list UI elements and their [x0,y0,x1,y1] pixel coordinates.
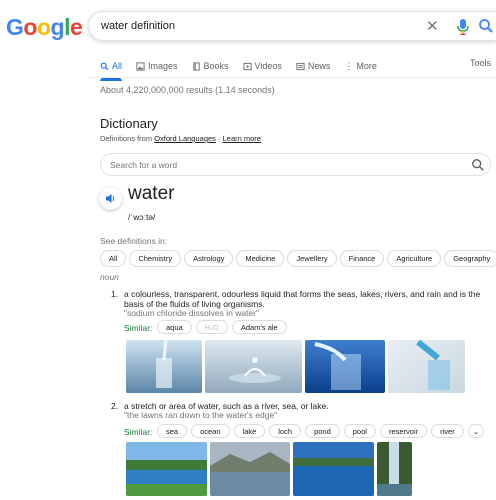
see-definitions-label: See definitions in: [100,236,168,246]
dictionary-search-input[interactable]: Search for a word [100,153,491,176]
tab-label: All [112,61,123,71]
pronunciation-button[interactable] [99,187,122,210]
logo-letter: e [69,14,83,40]
chip-agriculture[interactable]: Agriculture [387,250,442,267]
tab-more[interactable]: ⋮ More [344,56,377,76]
learn-more-link[interactable]: Learn more [223,134,261,143]
search-input[interactable]: water definition [101,20,175,32]
sense-number: 1. [111,289,119,299]
speaker-icon [106,194,115,203]
similar-label: Similar: [124,323,153,333]
more-vert-icon: ⋮ [344,60,354,71]
blue-lake-image[interactable] [293,442,374,496]
similar-chips: sea ocean lake loch pond pool reservoir … [157,424,485,438]
logo-letter: G [6,14,24,40]
tab-label: Images [148,61,178,71]
google-logo[interactable]: Google [6,14,83,41]
dictionary-source: Definitions from Oxford Languages · Lear… [100,134,261,143]
similar-expand-button[interactable]: ⌄ [467,424,485,438]
water-pouring-image[interactable] [305,340,385,393]
similar-chip-aqua[interactable]: aqua [157,320,192,334]
chip-geography[interactable]: Geography [444,250,496,267]
chip-chemistry[interactable]: Chemistry [129,250,182,267]
separator: · [218,134,221,143]
tab-news[interactable]: News [296,56,331,76]
microphone-icon[interactable] [456,18,470,36]
similar-chip-h2o: H₂O [195,320,228,334]
similar-chip-river[interactable]: river [431,424,464,438]
loch-image[interactable] [210,442,290,496]
search-tabs: All Images Books Videos News ⋮ More [100,56,391,81]
divider [88,77,496,78]
dictionary-search-placeholder: Search for a word [110,160,178,170]
logo-letter: o [36,14,51,40]
similar-chip-lake[interactable]: lake [233,424,266,438]
part-of-speech: noun [100,272,119,282]
similar-chip-loch[interactable]: loch [269,424,302,438]
chip-jewellery[interactable]: Jewellery [287,250,337,267]
search-icon[interactable] [471,158,485,172]
search-icon[interactable] [478,18,494,34]
dictionary-title: Dictionary [100,116,158,131]
clear-icon[interactable]: ✕ [426,17,439,35]
similar-chips: aqua H₂O Adam's ale [157,320,287,334]
similar-chip-pool[interactable]: pool [343,424,376,438]
lake-image[interactable] [126,442,207,496]
tab-label: Videos [254,61,282,71]
chip-medicine[interactable]: Medicine [236,250,285,267]
tab-videos[interactable]: Videos [242,56,282,76]
similar-label: Similar: [124,427,153,437]
chevron-down-icon: ⌄ [472,426,480,436]
sense-example: "sodium chloride dissolves in water" [124,308,260,318]
sense-number: 2. [111,401,119,411]
tab-books[interactable]: Books [192,56,229,76]
similar-chip-pond[interactable]: pond [305,424,340,438]
tab-label: Books [203,61,229,71]
image-icon [136,61,145,71]
news-icon [296,62,305,70]
sense-example: "the lawns ran down to the water's edge" [124,410,278,420]
search-bar[interactable]: water definition ✕ [88,11,496,41]
chip-astrology[interactable]: Astrology [184,250,234,267]
book-icon [192,61,200,71]
water-glass-image[interactable] [126,340,202,393]
search-icon [100,62,109,70]
video-icon [242,62,252,70]
tools-button[interactable]: Tools [470,58,491,68]
similar-chip-sea[interactable]: sea [157,424,188,438]
chip-all[interactable]: All [100,250,127,267]
tab-images[interactable]: Images [136,56,178,76]
phonetic: /ˈwɔːtə/ [128,212,156,222]
tab-all[interactable]: All [100,56,123,81]
similar-chip-reservoir[interactable]: reservoir [379,424,428,438]
result-stats: About 4,220,000,000 results (1.14 second… [100,85,275,95]
water-bottle-image[interactable] [388,340,465,393]
source-link[interactable]: Oxford Languages [154,134,216,143]
tab-label: More [356,61,377,71]
similar-chip-adams-ale[interactable]: Adam's ale [231,320,287,334]
logo-letter: o [23,14,37,40]
chip-finance[interactable]: Finance [339,250,385,267]
water-splash-image[interactable] [205,340,302,393]
source-prefix: Definitions from [100,134,153,143]
logo-letter: g [50,14,65,40]
tab-label: News [307,61,331,71]
headword: water [128,183,175,204]
waterfall-image[interactable] [377,442,412,496]
similar-chip-ocean[interactable]: ocean [191,424,230,438]
sense-definition: a colourless, transparent, odourless liq… [124,289,481,299]
category-chips: All Chemistry Astrology Medicine Jewelle… [100,250,496,267]
